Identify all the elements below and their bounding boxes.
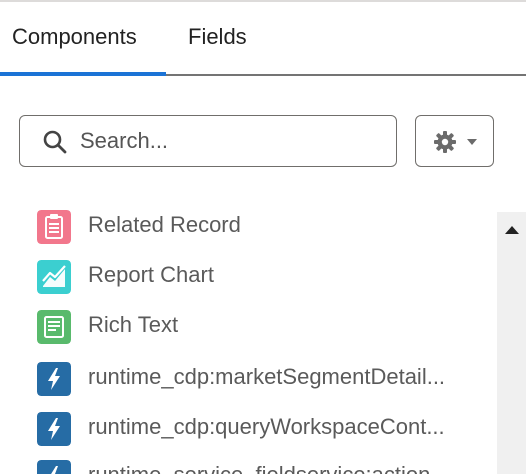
lightning-icon xyxy=(37,362,71,396)
list-item-label: Related Record xyxy=(88,212,241,237)
list-item-fieldservice-action[interactable]: runtime_service_fieldservice:action... xyxy=(37,458,487,474)
active-tab-indicator xyxy=(0,72,166,76)
search-icon xyxy=(43,130,67,154)
list-item-market-segment-detail[interactable]: runtime_cdp:marketSegmentDetail... xyxy=(37,360,487,396)
settings-menu-button[interactable] xyxy=(415,115,494,167)
list-item-label: runtime_cdp:marketSegmentDetail... xyxy=(88,364,446,389)
list-item-label: runtime_cdp:queryWorkspaceCont... xyxy=(88,414,445,439)
list-item-related-record[interactable]: Related Record xyxy=(37,208,487,244)
chevron-down-icon xyxy=(467,139,477,145)
rich-text-icon xyxy=(37,310,71,344)
search-input[interactable] xyxy=(80,126,380,156)
list-item-report-chart[interactable]: Report Chart xyxy=(37,258,487,294)
lightning-icon xyxy=(37,412,71,446)
lightning-icon xyxy=(37,460,71,474)
search-box[interactable] xyxy=(19,115,397,167)
scroll-up-arrow-icon[interactable] xyxy=(505,226,519,234)
list-item-rich-text[interactable]: Rich Text xyxy=(37,308,487,344)
tab-bar: Components Fields xyxy=(0,2,526,76)
list-item-label: Report Chart xyxy=(88,262,214,287)
list-item-label: Rich Text xyxy=(88,312,179,337)
list-item-query-workspace[interactable]: runtime_cdp:queryWorkspaceCont... xyxy=(37,410,487,446)
components-panel: Components Fields Search... Related Reco… xyxy=(0,0,526,474)
tab-components[interactable]: Components xyxy=(12,24,137,50)
gear-icon xyxy=(434,131,456,153)
list-scrollbar[interactable] xyxy=(497,212,526,474)
components-list: Related Record Report Chart Rich Text ru… xyxy=(0,200,496,474)
report-chart-icon xyxy=(37,260,71,294)
tab-fields[interactable]: Fields xyxy=(188,24,247,50)
related-record-icon xyxy=(37,210,71,244)
list-item-label: runtime_service_fieldservice:action... xyxy=(88,462,449,474)
